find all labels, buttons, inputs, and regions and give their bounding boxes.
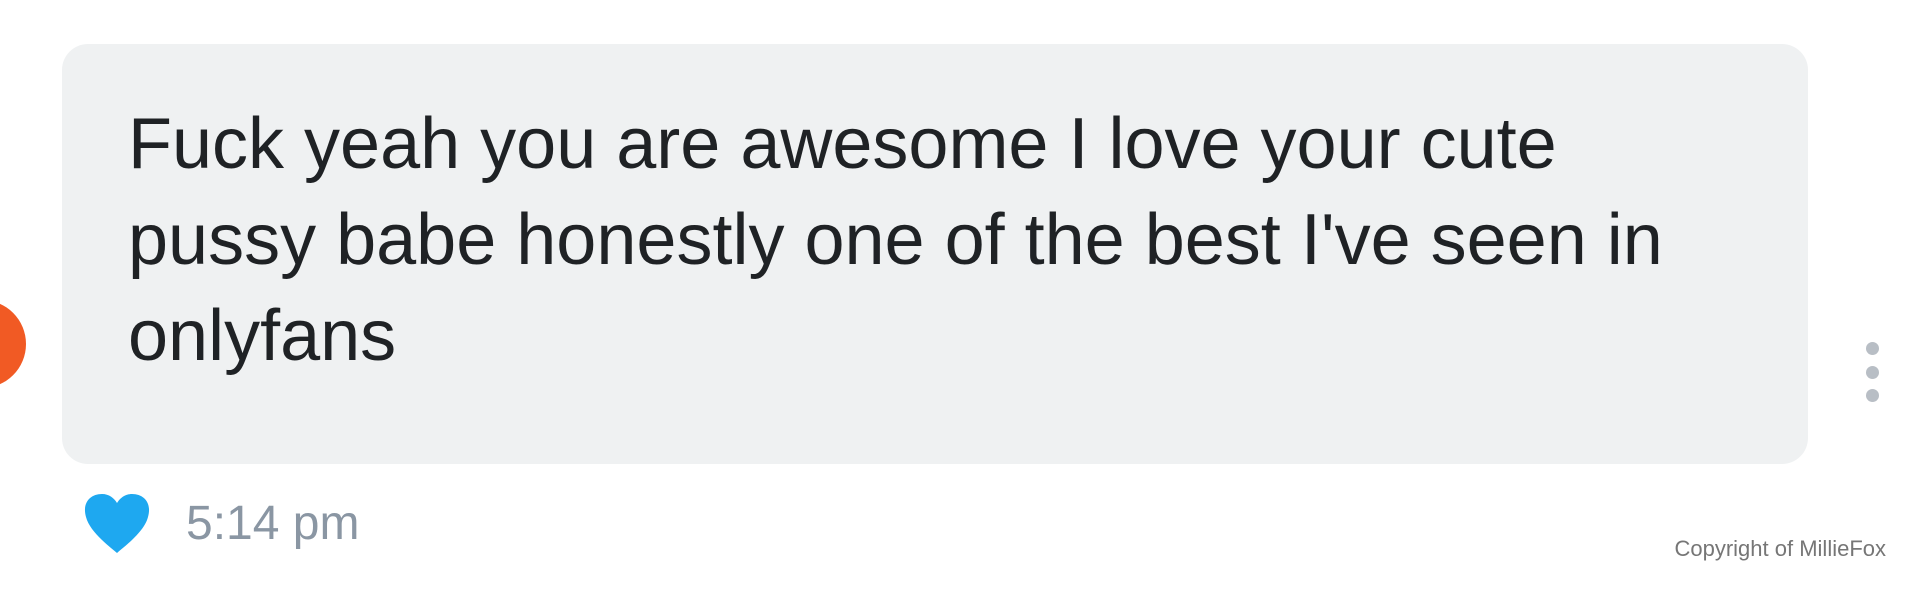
more-vertical-icon bbox=[1865, 389, 1879, 402]
avatar[interactable] bbox=[0, 300, 26, 388]
more-options-button[interactable] bbox=[1860, 342, 1884, 402]
heart-icon[interactable] bbox=[82, 491, 152, 557]
chat-screenshot: Fuck yeah you are awesome I love your cu… bbox=[0, 0, 1920, 596]
message-text: Fuck yeah you are awesome I love your cu… bbox=[128, 104, 1663, 376]
copyright-watermark: Copyright of MillieFox bbox=[1674, 536, 1886, 561]
more-vertical-icon bbox=[1865, 342, 1879, 355]
message-footer: 5:14 pm bbox=[82, 488, 359, 560]
message-timestamp: 5:14 pm bbox=[186, 497, 360, 550]
more-vertical-icon bbox=[1865, 365, 1879, 379]
